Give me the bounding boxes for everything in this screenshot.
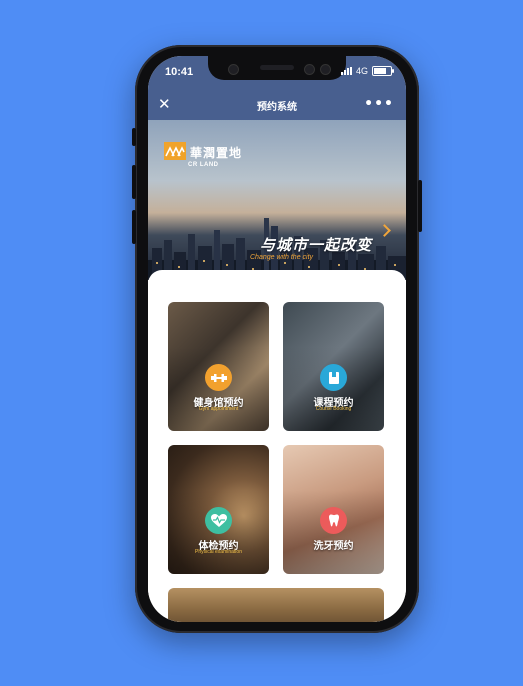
phone-screen: 10:41 4G ✕ 预约系统 ••• 華潤置地 CR LAND 与城市一起改变… <box>148 56 406 622</box>
slogan-cn: 与城市一起改变 <box>260 236 373 254</box>
volume-up-button <box>132 165 136 199</box>
more-options-icon[interactable]: ••• <box>364 96 394 112</box>
signal-icon <box>340 67 352 75</box>
battery-icon <box>372 66 394 76</box>
sensor-icon <box>304 64 315 75</box>
status-time: 10:41 <box>165 66 194 78</box>
next-service-card-partial[interactable] <box>168 588 384 622</box>
card-label: 洗牙预约 <box>313 541 354 552</box>
card-sublabel: Course Booking <box>315 406 352 412</box>
status-indicators: 4G <box>340 66 394 76</box>
mute-switch <box>132 128 136 146</box>
status-bar: 10:41 4G <box>148 56 406 90</box>
gym-appointment-card[interactable]: 健身馆预约 Gym appointment <box>168 302 269 431</box>
physical-exam-card[interactable]: 体检预约 Physical examination <box>168 445 269 574</box>
brand-name-cn: 華潤置地 <box>190 146 243 160</box>
tooth-icon <box>320 507 347 534</box>
hero-banner: 華潤置地 CR LAND 与城市一起改变 Change with the cit… <box>148 120 406 280</box>
cr-land-logo-icon <box>164 142 186 160</box>
notch <box>208 56 346 80</box>
camera-icon <box>228 64 239 75</box>
heart-pulse-icon <box>205 507 232 534</box>
slogan-en: Change with the city <box>250 254 314 261</box>
front-camera-icon <box>320 64 331 75</box>
brand-name-en: CR LAND <box>188 162 219 168</box>
dumbbell-icon <box>205 364 232 391</box>
power-button <box>418 180 422 232</box>
card-sublabel: Gym appointment <box>198 406 239 412</box>
speaker-grille <box>260 65 294 70</box>
services-panel: 健身馆预约 Gym appointment 课程预约 Course Bookin… <box>148 270 406 622</box>
network-label: 4G <box>355 66 368 76</box>
volume-down-button <box>132 210 136 244</box>
card-sublabel: Physical examination <box>195 549 242 555</box>
nav-bar: ✕ 预约系统 ••• <box>148 90 406 120</box>
course-booking-card[interactable]: 课程预约 Course Booking <box>283 302 384 431</box>
teeth-cleaning-card[interactable]: 洗牙预约 <box>283 445 384 574</box>
book-icon <box>320 364 347 391</box>
